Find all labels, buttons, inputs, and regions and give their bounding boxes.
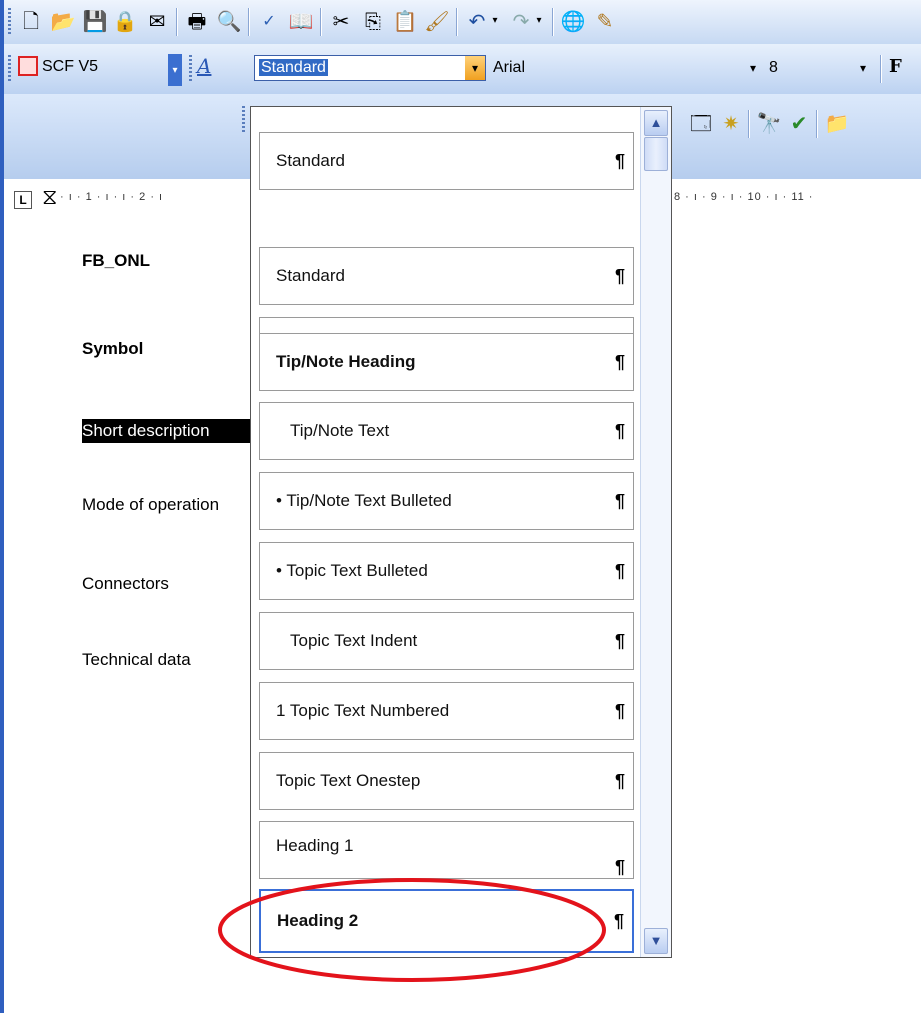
highlight-ellipse	[218, 878, 606, 982]
highlight-annotation	[218, 878, 606, 982]
